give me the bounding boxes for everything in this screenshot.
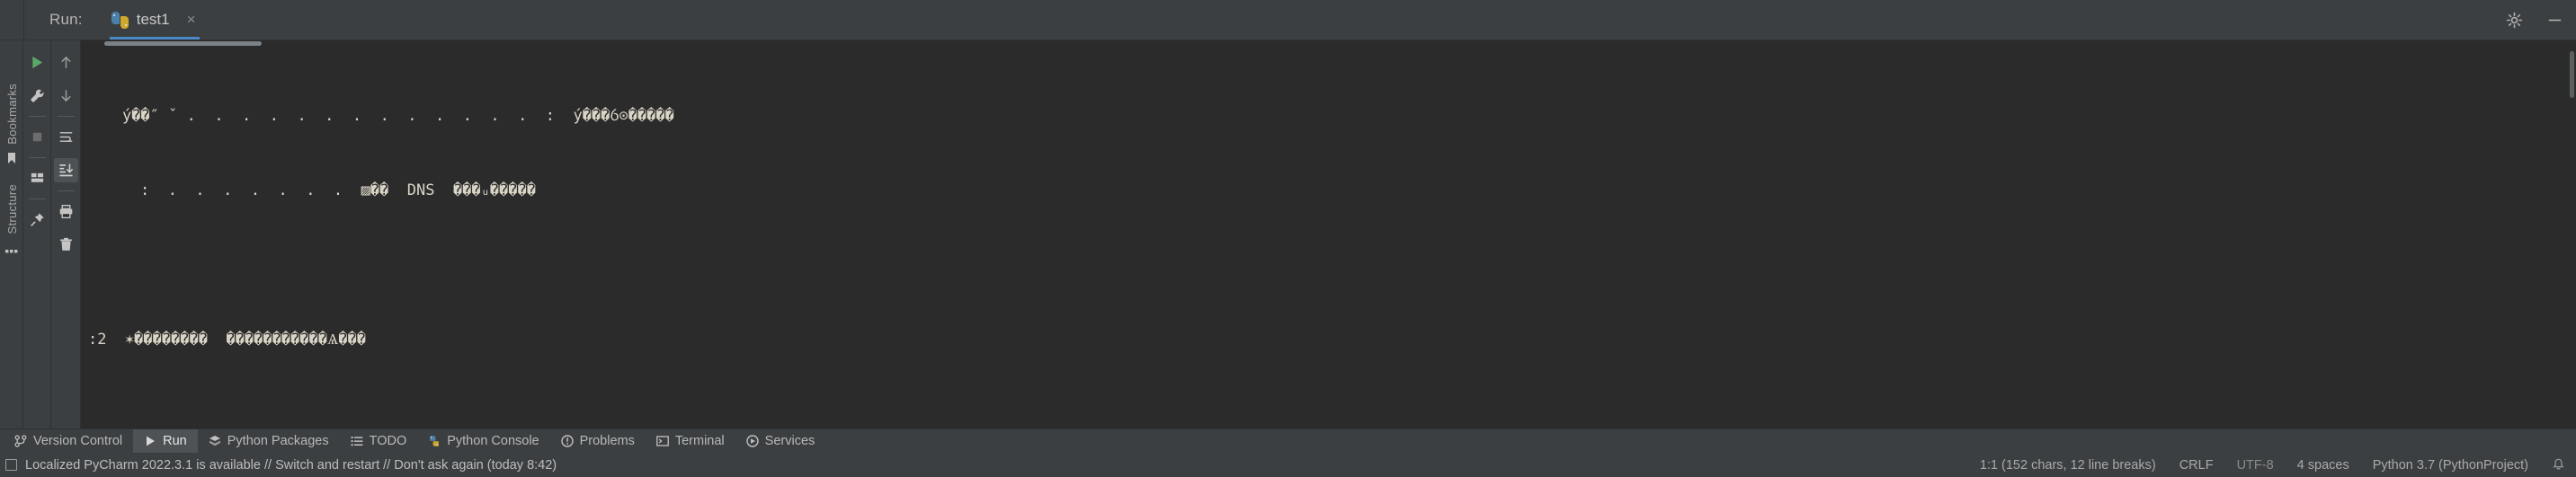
wrench-icon	[30, 89, 43, 102]
arrow-up-icon	[60, 57, 71, 68]
run-tab-test1[interactable]: test1 ×	[109, 0, 200, 40]
services-icon	[745, 435, 759, 447]
run-toolbar-primary	[23, 40, 51, 428]
status-bar-left: Localized PyCharm 2022.3.1 is available …	[5, 458, 557, 473]
play-icon	[144, 435, 156, 447]
tool-window-label: TODO	[369, 434, 407, 448]
run-header-actions	[2506, 0, 2563, 40]
sidebar-item-structure-label: Structure	[4, 184, 19, 234]
notifications-icon[interactable]	[2552, 458, 2565, 472]
todo-icon	[351, 435, 363, 447]
layout-settings-button[interactable]	[25, 166, 49, 190]
run-console-output[interactable]: ý��″ ˇ . . . . . . . . . . . . . : ý���ỽ…	[81, 40, 2576, 428]
minimize-icon[interactable]	[2546, 12, 2563, 29]
status-bar-right: 1:1 (152 chars, 12 line breaks) CRLF UTF…	[1980, 458, 2569, 473]
tool-window-label: Version Control	[33, 434, 123, 448]
run-tool-window-body: Bookmarks Structure ý��″ ˇ . . . . . . .…	[0, 40, 2576, 428]
layout-icon	[31, 172, 43, 182]
soft-wrap-button[interactable]	[54, 125, 78, 149]
console-line: ý��″ ˇ . . . . . . . . . . . . . : ý���ỽ…	[122, 107, 674, 126]
file-encoding[interactable]: UTF-8	[2237, 458, 2274, 473]
tool-window-todo[interactable]: TODO	[340, 429, 418, 453]
toolbar-separator	[28, 157, 46, 158]
tool-window-problems[interactable]: Problems	[550, 429, 646, 453]
line-separator[interactable]: CRLF	[2179, 458, 2214, 473]
tool-window-python-packages[interactable]: Python Packages	[198, 429, 340, 453]
run-tool-window-header: Run: test1 ×	[0, 0, 2576, 40]
run-header-inner: Run: test1 ×	[23, 0, 2576, 40]
scrollbar-thumb[interactable]	[104, 41, 262, 46]
close-icon[interactable]: ×	[187, 11, 196, 29]
tool-window-run[interactable]: Run	[133, 429, 198, 453]
status-bar-message[interactable]: Localized PyCharm 2022.3.1 is available …	[25, 458, 557, 473]
run-tab-label: test1	[136, 11, 170, 28]
console-line: : . . . . . . . ▨�� DNS ���ᵤ�����	[140, 181, 537, 200]
scroll-to-end-button[interactable]	[53, 158, 78, 182]
stop-button[interactable]	[25, 125, 49, 149]
console-line: :2 ✶�������� �����������Ѧ���	[88, 331, 367, 349]
run-label: Run:	[49, 11, 83, 28]
arrow-down-icon	[60, 90, 71, 102]
rerun-button[interactable]	[25, 50, 49, 75]
console-horizontal-scrollbar[interactable]	[81, 40, 2576, 46]
scroll-to-end-icon	[58, 163, 73, 177]
tool-window-label: Python Packages	[227, 434, 329, 448]
play-icon	[31, 56, 42, 69]
run-console-panel: ý��″ ˇ . . . . . . . . . . . . . : ý���ỽ…	[81, 40, 2576, 428]
tool-window-label: Python Console	[447, 434, 539, 448]
sidebar-item-bookmarks[interactable]: Bookmarks	[0, 84, 23, 164]
sidebar-item-structure[interactable]: Structure	[0, 184, 23, 253]
status-bar: Localized PyCharm 2022.3.1 is available …	[0, 453, 2576, 477]
scrollbar-thumb[interactable]	[2570, 51, 2574, 98]
tool-window-services[interactable]: Services	[735, 429, 826, 453]
run-toolbar-secondary	[51, 40, 81, 428]
branch-icon	[14, 435, 27, 447]
sidebar-item-bookmarks-label: Bookmarks	[4, 84, 19, 145]
terminal-icon	[656, 435, 669, 447]
tool-window-python-console[interactable]: Python Console	[417, 429, 549, 453]
event-log-icon[interactable]	[5, 459, 17, 471]
tool-window-label: Problems	[579, 434, 635, 448]
edit-configurations-button[interactable]	[25, 84, 49, 108]
tool-window-label: Services	[764, 434, 816, 448]
tool-window-label: Terminal	[674, 434, 725, 448]
toolbar-separator	[28, 116, 46, 117]
tool-window-bar: Version Control Run Python Packages TODO…	[0, 428, 2576, 453]
print-button[interactable]	[54, 199, 78, 224]
soft-wrap-icon	[59, 132, 72, 142]
left-tool-window-stripe: Bookmarks Structure	[0, 40, 23, 428]
python-console-icon	[428, 435, 441, 447]
pin-tab-button[interactable]	[25, 208, 49, 232]
indent-setting[interactable]: 4 spaces	[2297, 458, 2349, 473]
clear-all-button[interactable]	[54, 233, 78, 257]
python-interpreter[interactable]: Python 3.7 (PythonProject)	[2373, 458, 2528, 473]
stop-square-icon	[32, 132, 41, 142]
pycharm-window: Run: test1 × Bookmarks Structure ý��″ ˇ …	[0, 0, 2576, 477]
toolbar-separator	[57, 116, 75, 117]
left-strip-header-spacer	[0, 0, 23, 40]
problems-icon	[560, 435, 574, 447]
toolbar-separator	[57, 190, 75, 191]
printer-icon	[59, 204, 72, 219]
tool-window-terminal[interactable]: Terminal	[646, 429, 735, 453]
gear-icon[interactable]	[2506, 12, 2523, 29]
python-file-icon	[111, 11, 129, 29]
pin-icon	[30, 213, 44, 226]
tool-window-version-control[interactable]: Version Control	[4, 429, 133, 453]
console-vertical-scrollbar[interactable]	[2569, 48, 2574, 421]
up-the-stack-trace-button[interactable]	[54, 50, 78, 75]
trash-icon	[59, 237, 72, 251]
caret-position[interactable]: 1:1 (152 chars, 12 line breaks)	[1980, 458, 2156, 473]
packages-icon	[209, 435, 221, 447]
down-the-stack-trace-button[interactable]	[54, 84, 78, 108]
structure-icon	[5, 241, 18, 253]
bookmark-icon	[5, 152, 18, 164]
tool-window-label: Run	[163, 434, 187, 448]
